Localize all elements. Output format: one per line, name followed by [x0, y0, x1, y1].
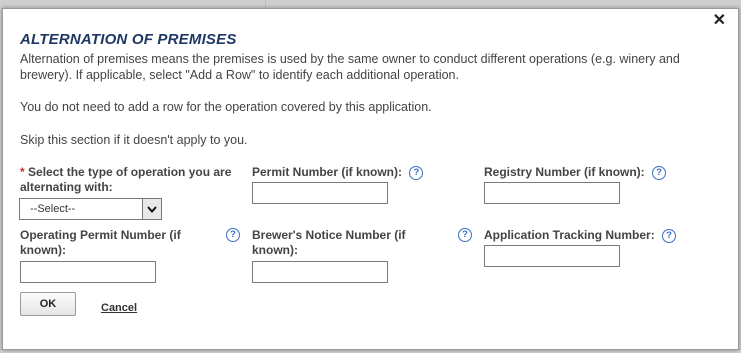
help-icon[interactable]: ? [662, 228, 677, 243]
application-tracking-number-field: Application Tracking Number: ? [484, 228, 724, 243]
registry-number-label: Registry Number (if known): ? [484, 165, 724, 180]
operating-permit-number-label: Operating Permit Number (if known): [20, 228, 181, 257]
no-row-note: You do not need to add a row for the ope… [20, 100, 432, 114]
application-tracking-number-label: Application Tracking Number: ? [484, 228, 724, 243]
operation-type-select[interactable]: --Select-- [19, 198, 162, 220]
close-icon[interactable]: ✕ [713, 12, 726, 30]
chevron-down-icon[interactable] [142, 199, 161, 219]
brewers-notice-number-field: Brewer's Notice Number (if known): [252, 228, 432, 258]
required-marker: * [20, 165, 25, 179]
dialog-title: ALTERNATION OF PREMISES [20, 31, 237, 48]
intro-paragraph: Alternation of premises means the premis… [20, 52, 680, 82]
operating-permit-number-field: Operating Permit Number (if known): [20, 228, 200, 258]
backdrop-divider [265, 0, 266, 8]
registry-number-label-text: Registry Number (if known): [484, 165, 645, 179]
permit-number-input[interactable] [252, 182, 388, 204]
help-icon[interactable]: ? [409, 165, 424, 180]
registry-number-field: Registry Number (if known): ? [484, 165, 724, 180]
application-tracking-number-label-text: Application Tracking Number: [484, 228, 655, 242]
application-tracking-number-input[interactable] [484, 245, 620, 267]
permit-number-label: Permit Number (if known): ? [252, 165, 472, 180]
permit-number-label-text: Permit Number (if known): [252, 165, 403, 179]
registry-number-input[interactable] [484, 182, 620, 204]
operating-permit-number-input[interactable] [20, 261, 156, 283]
help-icon[interactable]: ? [458, 228, 472, 242]
alternation-of-premises-dialog: ✕ ALTERNATION OF PREMISES Alternation of… [2, 8, 739, 350]
permit-number-field: Permit Number (if known): ? [252, 165, 472, 180]
brewers-notice-number-input[interactable] [252, 261, 388, 283]
brewers-notice-number-label: Brewer's Notice Number (if known): [252, 228, 406, 257]
skip-note: Skip this section if it doesn't apply to… [20, 133, 248, 147]
help-icon[interactable]: ? [226, 228, 240, 242]
operation-type-label: * Select the type of operation you are a… [20, 165, 240, 195]
operation-type-field: * Select the type of operation you are a… [20, 165, 240, 195]
operation-type-label-text: Select the type of operation you are alt… [20, 165, 232, 194]
help-icon[interactable]: ? [652, 165, 667, 180]
ok-button[interactable]: OK [20, 292, 76, 316]
operation-type-selected: --Select-- [30, 203, 76, 215]
cancel-link[interactable]: Cancel [101, 302, 137, 314]
